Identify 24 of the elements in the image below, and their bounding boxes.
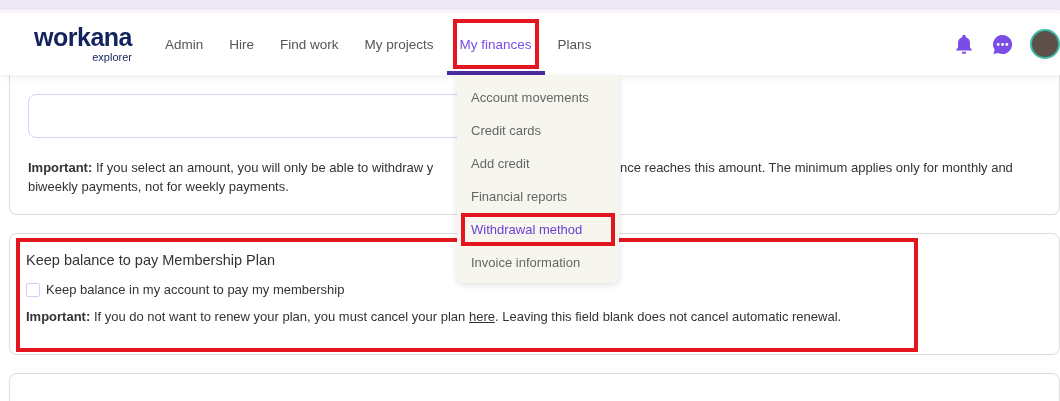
important-note-text: Important: If you do not want to renew your plan, you must cancel your plan here. Leaving this field blank does not cancel automatic renewal. [26, 308, 842, 326]
checkbox-label: Keep balance in my account to pay my membership [46, 281, 345, 299]
user-avatar[interactable] [1030, 29, 1060, 59]
chat-bubble-icon[interactable] [991, 32, 1014, 56]
nav-link[interactable]: Find work [267, 13, 352, 75]
notification-bell-icon[interactable] [953, 33, 975, 55]
checkbox[interactable] [26, 282, 40, 297]
important-note-text: nce reaches this amount. The minimum applies only for monthly and [620, 159, 1014, 177]
nav-link[interactable]: Admin [152, 13, 217, 75]
menu-item[interactable]: Invoice information [457, 246, 619, 279]
workana-logo[interactable]: workana explorer [16, 25, 132, 63]
menu-item[interactable]: Financial reports [457, 180, 619, 213]
section-title: Keep balance to pay Membership Plan [26, 252, 276, 268]
menu-item[interactable]: Account movements [457, 81, 619, 114]
nav-link[interactable]: Hire [216, 13, 268, 75]
here-link[interactable]: here [468, 309, 495, 324]
menu-item[interactable]: Withdrawal method [461, 213, 615, 246]
menu-item[interactable]: Add credit [457, 147, 619, 180]
menu-item[interactable]: Credit cards [457, 114, 619, 147]
important-note-text: Important: If you select an amount, you will only be able to withdraw y [28, 159, 435, 177]
important-note-text: biweekly payments, not for weekly payments. [28, 178, 290, 196]
nav-link[interactable]: My projects [351, 13, 447, 75]
nav-link[interactable]: Plans [544, 13, 605, 75]
nav-link[interactable]: My finances [446, 13, 545, 75]
